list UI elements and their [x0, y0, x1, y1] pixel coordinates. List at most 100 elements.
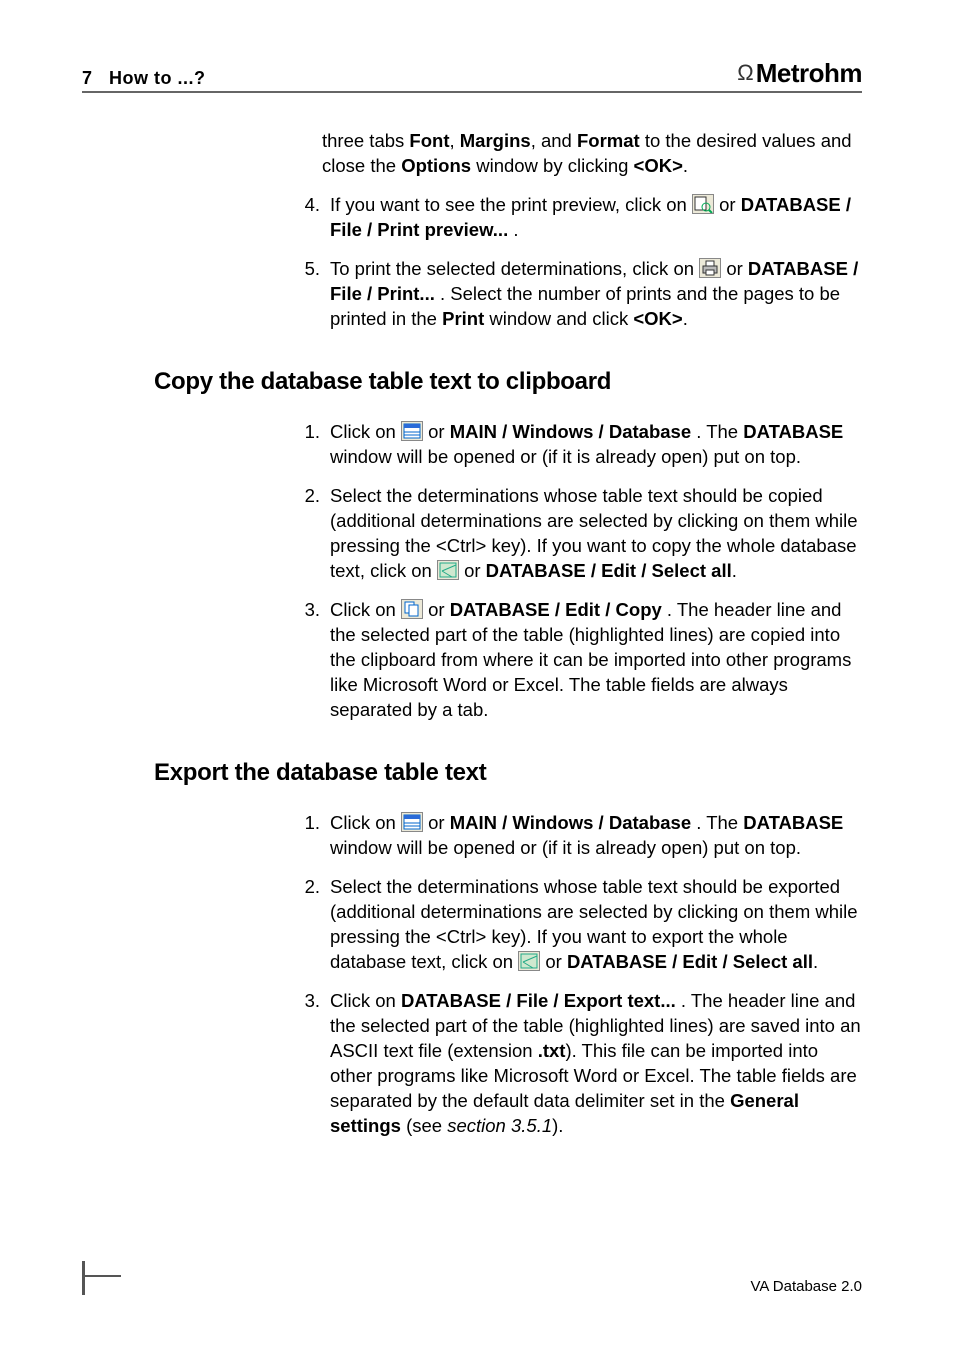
- t: ,: [449, 130, 459, 151]
- t: (see: [401, 1115, 447, 1136]
- copy-step1: 1. Click on or MAIN / Windows / Database…: [282, 420, 862, 470]
- footer-mark-icon: [82, 1261, 125, 1295]
- bold: MAIN: [450, 812, 497, 833]
- bold: /: [362, 283, 377, 304]
- t: To print the selected determinations, cl…: [330, 258, 699, 279]
- bold: Select all: [652, 560, 732, 581]
- bold: DATABASE: [567, 951, 667, 972]
- export-step1: 1. Click on or MAIN / Windows / Database…: [282, 811, 862, 861]
- bold: DATABASE: [401, 990, 501, 1011]
- t: Click on: [330, 990, 401, 1011]
- t: or: [464, 560, 486, 581]
- page: 7 How to ...? Ω Metrohm three tabs Font,…: [0, 0, 954, 1351]
- prev-step5: 5. To print the selected determinations,…: [282, 257, 862, 332]
- chapter-title: How to ...?: [109, 68, 205, 88]
- bold: /: [548, 990, 563, 1011]
- bold: Select all: [733, 951, 813, 972]
- bold: Windows: [512, 421, 593, 442]
- t: ).: [552, 1115, 563, 1136]
- t: or: [428, 599, 450, 620]
- bold: Database: [609, 421, 691, 442]
- bold: /: [848, 258, 858, 279]
- copy-icon: [401, 599, 423, 619]
- select-all-icon: [518, 951, 540, 971]
- step-number: 5.: [282, 257, 330, 332]
- page-footer: VA Database 2.0: [82, 1261, 862, 1295]
- t: or: [726, 258, 748, 279]
- bold: Edit: [601, 560, 636, 581]
- step-number: 3.: [282, 598, 330, 723]
- export-step2: 2. Select the determinations whose table…: [282, 875, 862, 975]
- select-all-icon: [437, 560, 459, 580]
- bold: Margins: [460, 130, 531, 151]
- omega-icon: Ω: [737, 60, 753, 86]
- bold: Edit: [565, 599, 600, 620]
- step-number: 2.: [282, 484, 330, 584]
- t: or: [719, 194, 741, 215]
- bold: Options: [401, 155, 471, 176]
- bold: MAIN: [450, 421, 497, 442]
- bold: /: [550, 599, 565, 620]
- bold: /: [600, 599, 615, 620]
- bold: .txt: [538, 1040, 566, 1061]
- bold: <OK>: [634, 155, 683, 176]
- t: window will be opened or (if it is alrea…: [330, 837, 801, 858]
- bold: DATABASE: [743, 812, 843, 833]
- t: . The: [691, 421, 743, 442]
- bold: DATABASE: [486, 560, 586, 581]
- export-step3: 3. Click on DATABASE / File / Export tex…: [282, 989, 862, 1139]
- database-window-icon: [401, 421, 423, 441]
- t: .: [683, 308, 688, 329]
- t: Click on: [330, 599, 401, 620]
- t: or: [428, 812, 450, 833]
- footer-product: VA Database 2.0: [751, 1278, 862, 1295]
- ref-italic: section 3.5.1: [447, 1115, 552, 1136]
- t: window by clicking: [471, 155, 633, 176]
- bold: /: [586, 560, 601, 581]
- bold: /: [362, 219, 377, 240]
- bold: Windows: [512, 812, 593, 833]
- bold: Database: [609, 812, 691, 833]
- bold: DATABASE: [741, 194, 841, 215]
- t: three tabs: [322, 130, 409, 151]
- bold: Copy: [616, 599, 662, 620]
- bold: Print...: [377, 283, 435, 304]
- t: or: [428, 421, 450, 442]
- t: or: [545, 951, 567, 972]
- chapter-label: 7 How to ...?: [82, 68, 206, 89]
- bold: File: [516, 990, 548, 1011]
- step-number: 4.: [282, 193, 330, 243]
- t: .: [683, 155, 688, 176]
- content: three tabs Font, Margins, and Format to …: [82, 129, 862, 1139]
- step-number: 1.: [282, 420, 330, 470]
- t: If you want to see the print preview, cl…: [330, 194, 692, 215]
- bold: /: [593, 421, 608, 442]
- prev-step3-tail: three tabs Font, Margins, and Format to …: [322, 129, 862, 179]
- bold: Export text...: [564, 990, 676, 1011]
- print-icon: [699, 258, 721, 278]
- database-window-icon: [401, 812, 423, 832]
- step-number: 3.: [282, 989, 330, 1139]
- brand-text: Metrohm: [756, 58, 862, 89]
- bold: /: [497, 421, 512, 442]
- copy-step2: 2. Select the determinations whose table…: [282, 484, 862, 584]
- t: .: [508, 219, 518, 240]
- bold: File: [330, 283, 362, 304]
- t: .: [813, 951, 818, 972]
- t: window will be opened or (if it is alrea…: [330, 446, 801, 467]
- chapter-number: 7: [82, 68, 93, 88]
- bold: <OK>: [633, 308, 682, 329]
- bold: Print preview...: [377, 219, 508, 240]
- bold: /: [501, 990, 516, 1011]
- section-heading-copy: Copy the database table text to clipboar…: [154, 366, 862, 398]
- t: Click on: [330, 812, 401, 833]
- copy-step3: 3. Click on or DATABASE / Edit / Copy . …: [282, 598, 862, 723]
- step-number: 2.: [282, 875, 330, 975]
- bold: Font: [409, 130, 449, 151]
- bold: /: [497, 812, 512, 833]
- brand: Ω Metrohm: [737, 58, 862, 89]
- t: .: [732, 560, 737, 581]
- step-number: 1.: [282, 811, 330, 861]
- bold: /: [841, 194, 851, 215]
- t: Click on: [330, 421, 401, 442]
